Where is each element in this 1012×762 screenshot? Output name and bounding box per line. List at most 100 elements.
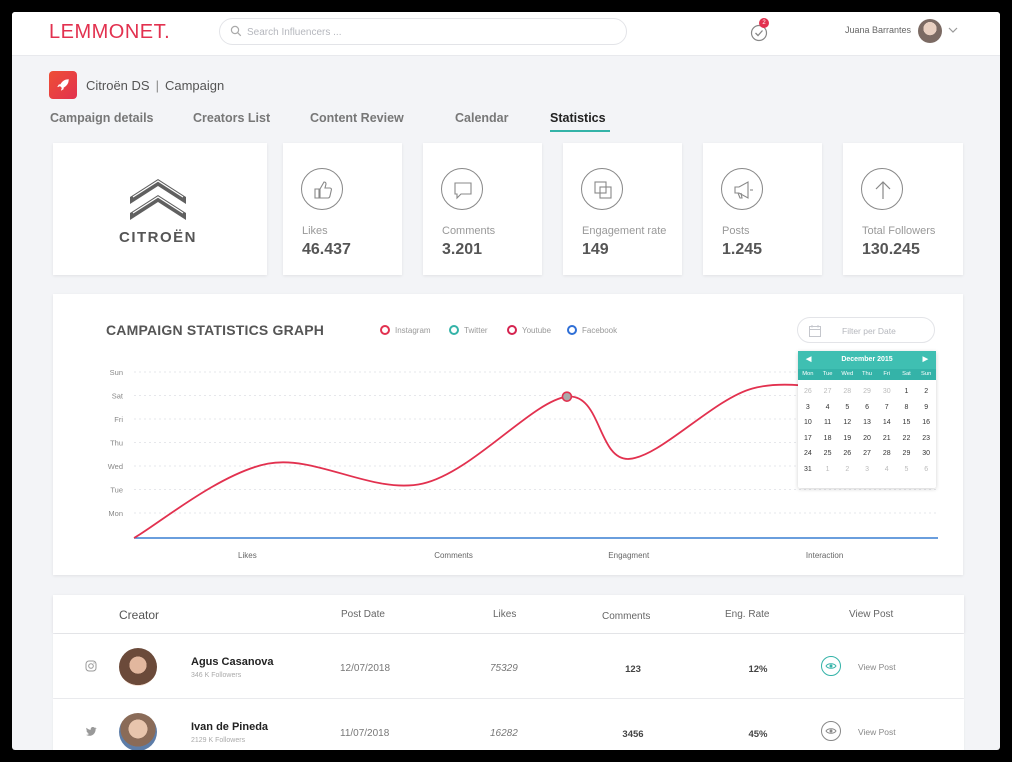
creator-name[interactable]: Agus Casanova bbox=[191, 656, 274, 668]
comments-count: 3456 bbox=[622, 729, 644, 740]
y-tick-label: Sat bbox=[112, 392, 124, 401]
calendar-day[interactable]: 28 bbox=[837, 384, 857, 400]
calendar-day[interactable]: 25 bbox=[818, 446, 838, 462]
table-header: Creator Post Date Likes Comments Eng. Ra… bbox=[53, 595, 964, 633]
calendar-day[interactable]: 13 bbox=[857, 415, 877, 431]
calendar-day[interactable]: 1 bbox=[818, 462, 838, 478]
highlight-point[interactable] bbox=[561, 391, 573, 402]
legend-instagram[interactable]: Instagram bbox=[380, 325, 431, 335]
calendar-day[interactable]: 29 bbox=[897, 446, 917, 462]
stat-value: 130.245 bbox=[862, 241, 920, 258]
calendar-day[interactable]: 24 bbox=[798, 446, 818, 462]
breadcrumb-section: Campaign bbox=[164, 78, 225, 93]
calendar-day[interactable]: 6 bbox=[857, 400, 877, 416]
creator-avatar[interactable] bbox=[119, 648, 157, 686]
calendar-day[interactable]: 21 bbox=[877, 431, 897, 447]
calendar-day[interactable]: 30 bbox=[916, 446, 936, 462]
calendar-day[interactable]: 4 bbox=[818, 400, 838, 416]
engagement-rate: 45% bbox=[748, 729, 768, 740]
calendar-day[interactable]: 5 bbox=[897, 462, 917, 478]
stat-value: 46.437 bbox=[302, 241, 351, 258]
calendar-day[interactable]: 19 bbox=[837, 431, 857, 447]
view-post-link[interactable]: View Post bbox=[858, 662, 896, 672]
legend-youtube[interactable]: Youtube bbox=[507, 325, 551, 335]
notifications-button[interactable]: 2 bbox=[749, 18, 769, 42]
tab-creators-list[interactable]: Creators List bbox=[193, 111, 270, 125]
header-comments[interactable]: Comments bbox=[602, 611, 650, 622]
calendar-day[interactable]: 11 bbox=[818, 415, 838, 431]
view-post-link[interactable]: View Post bbox=[858, 727, 896, 737]
user-avatar[interactable] bbox=[918, 19, 942, 43]
user-name[interactable]: Juana Barrantes bbox=[845, 25, 911, 35]
next-month-button[interactable]: ▶ bbox=[923, 351, 928, 369]
legend-label: Twitter bbox=[464, 326, 488, 335]
calendar-day[interactable]: 20 bbox=[857, 431, 877, 447]
notification-badge: 2 bbox=[759, 18, 769, 28]
tab-calendar[interactable]: Calendar bbox=[455, 111, 509, 125]
calendar-day[interactable]: 1 bbox=[897, 384, 917, 400]
header-post-date[interactable]: Post Date bbox=[341, 609, 385, 620]
calendar-day[interactable]: 26 bbox=[837, 446, 857, 462]
tab-content-review[interactable]: Content Review bbox=[310, 111, 404, 125]
legend-label: Youtube bbox=[522, 326, 552, 335]
calendar-day[interactable]: 3 bbox=[857, 462, 877, 478]
stat-card-engagement-rate: Engagement rate 149 bbox=[563, 143, 682, 275]
calendar-day[interactable]: 31 bbox=[798, 462, 818, 478]
calendar-day[interactable]: 23 bbox=[916, 431, 936, 447]
likes-count: 75329 bbox=[490, 663, 518, 674]
prev-month-button[interactable]: ◀ bbox=[806, 351, 811, 369]
search-input[interactable] bbox=[247, 23, 607, 41]
calendar-day[interactable]: 28 bbox=[877, 446, 897, 462]
tab-campaign-details[interactable]: Campaign details bbox=[50, 111, 154, 125]
table-row[interactable]: Ivan de Pineda 2129 K Followers 11/07/20… bbox=[53, 699, 964, 750]
calendar-day[interactable]: 18 bbox=[818, 431, 838, 447]
header-eng-rate[interactable]: Eng. Rate bbox=[725, 609, 769, 620]
chevron-down-icon[interactable] bbox=[948, 27, 958, 33]
calendar-day[interactable]: 9 bbox=[916, 400, 936, 416]
view-post-eye-button[interactable] bbox=[821, 656, 841, 676]
header-likes[interactable]: Likes bbox=[493, 609, 516, 620]
header-creator[interactable]: Creator bbox=[119, 608, 159, 622]
calendar-day[interactable]: 4 bbox=[877, 462, 897, 478]
search-icon bbox=[230, 25, 242, 37]
calendar-day[interactable]: 3 bbox=[798, 400, 818, 416]
calendar-day[interactable]: 29 bbox=[857, 384, 877, 400]
creator-name[interactable]: Ivan de Pineda bbox=[191, 721, 268, 733]
calendar-day[interactable]: 8 bbox=[897, 400, 917, 416]
calendar-day[interactable]: 30 bbox=[877, 384, 897, 400]
calendar-day[interactable]: 10 bbox=[798, 415, 818, 431]
calendar-day[interactable]: 5 bbox=[837, 400, 857, 416]
app-logo[interactable]: LEMMONET. bbox=[49, 21, 170, 44]
legend-facebook[interactable]: Facebook bbox=[567, 325, 617, 335]
search-box[interactable] bbox=[219, 18, 627, 45]
y-tick-label: Tue bbox=[110, 486, 123, 495]
calendar-day[interactable]: 17 bbox=[798, 431, 818, 447]
x-tick-label: Interaction bbox=[806, 551, 843, 560]
post-date: 11/07/2018 bbox=[340, 728, 390, 739]
calendar-day[interactable]: 16 bbox=[916, 415, 936, 431]
calendar-day[interactable]: 15 bbox=[897, 415, 917, 431]
campaign-rocket-icon bbox=[49, 71, 77, 99]
calendar-day[interactable]: 27 bbox=[818, 384, 838, 400]
post-date: 12/07/2018 bbox=[340, 663, 391, 674]
calendar-day[interactable]: 26 bbox=[798, 384, 818, 400]
x-tick-label: Likes bbox=[238, 551, 257, 560]
calendar-day[interactable]: 7 bbox=[877, 400, 897, 416]
date-picker-popup: ◀ December 2015 ▶ Mon Tue Wed Thu Fri Sat Sun … bbox=[798, 351, 936, 488]
calendar-day[interactable]: 22 bbox=[897, 431, 917, 447]
calendar-day[interactable]: 2 bbox=[916, 384, 936, 400]
calendar-day[interactable]: 14 bbox=[877, 415, 897, 431]
calendar-day[interactable]: 27 bbox=[857, 446, 877, 462]
date-filter-input[interactable]: Filter per Date bbox=[797, 317, 935, 343]
calendar-day[interactable]: 2 bbox=[837, 462, 857, 478]
table-row[interactable]: Agus Casanova 346 K Followers 12/07/2018… bbox=[53, 634, 964, 698]
calendar-month: December 2015 bbox=[841, 356, 893, 363]
creators-table: Creator Post Date Likes Comments Eng. Ra… bbox=[53, 595, 964, 750]
calendar-day[interactable]: 12 bbox=[837, 415, 857, 431]
tab-statistics[interactable]: Statistics bbox=[550, 111, 606, 125]
view-post-eye-button[interactable] bbox=[821, 721, 841, 741]
breadcrumb-brand[interactable]: Citroën DS bbox=[86, 78, 150, 93]
legend-twitter[interactable]: Twitter bbox=[449, 325, 488, 335]
creator-avatar[interactable] bbox=[119, 713, 157, 750]
calendar-day[interactable]: 6 bbox=[916, 462, 936, 478]
